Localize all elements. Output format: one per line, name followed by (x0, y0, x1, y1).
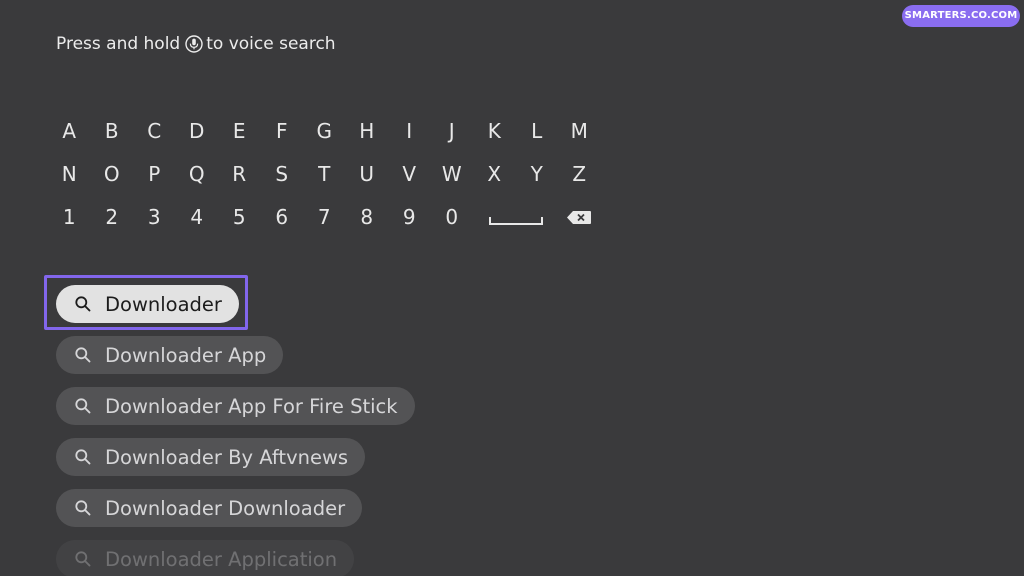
suggestion-chip[interactable]: Downloader App (56, 336, 284, 374)
search-icon (75, 500, 91, 516)
key[interactable]: 4 (176, 198, 219, 236)
key[interactable]: Y (516, 155, 559, 193)
key[interactable]: V (388, 155, 431, 193)
key[interactable]: Q (176, 155, 219, 193)
key[interactable]: O (91, 155, 134, 193)
suggestion-chip[interactable]: Downloader By Aftvnews (56, 438, 366, 476)
search-icon (75, 347, 91, 363)
key[interactable]: 8 (346, 198, 389, 236)
backspace-key[interactable] (558, 198, 601, 236)
space-key[interactable] (473, 198, 558, 236)
key[interactable]: X (473, 155, 516, 193)
space-bar-icon (488, 217, 543, 225)
key[interactable]: K (473, 112, 516, 150)
search-icon (75, 551, 91, 567)
watermark-badge: SMARTERS.CO.COM (902, 5, 1020, 27)
key[interactable]: E (218, 112, 261, 150)
suggestion-chip[interactable]: Downloader (56, 285, 239, 323)
key[interactable]: 7 (303, 198, 346, 236)
key[interactable]: T (303, 155, 346, 193)
key[interactable]: 5 (218, 198, 261, 236)
key[interactable]: M (558, 112, 601, 150)
key[interactable]: W (431, 155, 474, 193)
search-icon (75, 296, 91, 312)
suggestion-label: Downloader (105, 292, 222, 316)
key[interactable]: S (261, 155, 304, 193)
key[interactable]: R (218, 155, 261, 193)
suggestion-label: Downloader By Aftvnews (105, 445, 349, 469)
suggestion-chip[interactable]: Downloader App For Fire Stick (56, 387, 415, 425)
key[interactable]: Z (558, 155, 601, 193)
key[interactable]: A (48, 112, 91, 150)
voice-search-hint: Press and hold to voice search (56, 34, 336, 54)
key[interactable]: N (48, 155, 91, 193)
voice-hint-before: Press and hold (56, 34, 181, 54)
suggestion-chip[interactable]: Downloader Downloader (56, 489, 363, 527)
onscreen-keyboard: A B C D E F G H I J K L M N O P Q R S T … (48, 112, 601, 241)
key[interactable]: G (303, 112, 346, 150)
key[interactable]: I (388, 112, 431, 150)
search-screen: Press and hold to voice search SMARTERS.… (0, 0, 1024, 576)
voice-hint-after: to voice search (206, 34, 336, 54)
key[interactable]: 6 (261, 198, 304, 236)
key[interactable]: U (346, 155, 389, 193)
key[interactable]: P (133, 155, 176, 193)
backspace-icon (567, 210, 592, 224)
key[interactable]: 1 (48, 198, 91, 236)
suggestion-label: Downloader Downloader (105, 496, 346, 520)
keyboard-row-letters-2: N O P Q R S T U V W X Y Z (48, 155, 601, 198)
key[interactable]: C (133, 112, 176, 150)
key[interactable]: F (261, 112, 304, 150)
key[interactable]: 2 (91, 198, 134, 236)
suggestion-label: Downloader Application (105, 547, 338, 571)
search-icon (75, 449, 91, 465)
keyboard-row-numbers: 1 2 3 4 5 6 7 8 9 0 (48, 198, 601, 241)
keyboard-row-letters-1: A B C D E F G H I J K L M (48, 112, 601, 155)
microphone-icon (185, 35, 203, 53)
suggestion-label: Downloader App (105, 343, 267, 367)
key[interactable]: 9 (388, 198, 431, 236)
key[interactable]: H (346, 112, 389, 150)
key[interactable]: 3 (133, 198, 176, 236)
key[interactable]: D (176, 112, 219, 150)
key[interactable]: J (431, 112, 474, 150)
key[interactable]: L (516, 112, 559, 150)
key[interactable]: B (91, 112, 134, 150)
search-icon (75, 398, 91, 414)
key[interactable]: 0 (431, 198, 474, 236)
suggestion-label: Downloader App For Fire Stick (105, 394, 398, 418)
suggestion-chip[interactable]: Downloader Application (56, 540, 355, 576)
